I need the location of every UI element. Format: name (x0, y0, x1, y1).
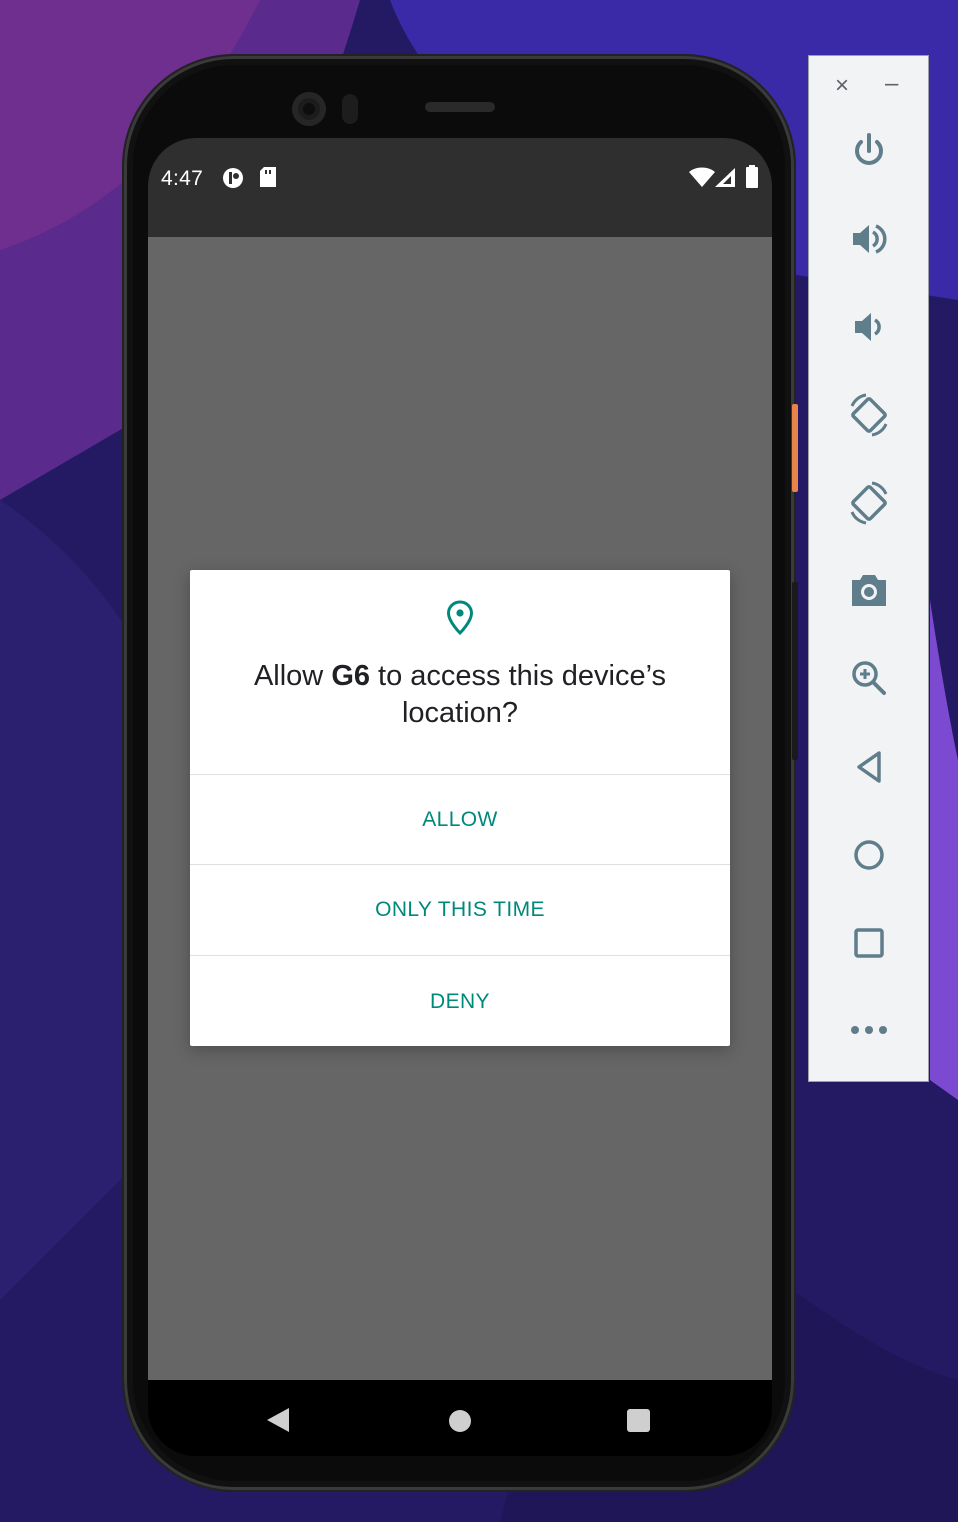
volume-down-icon (854, 313, 881, 341)
back-triangle-icon (856, 751, 881, 783)
allow-button[interactable]: ALLOW (190, 774, 730, 865)
overview-square-icon (853, 928, 884, 958)
allow-button-label: ALLOW (422, 808, 498, 831)
cellular-signal-icon (715, 168, 735, 187)
home-button[interactable] (809, 834, 928, 876)
dialog-title-prefix: Allow (253, 660, 332, 692)
earpiece-speaker (425, 102, 495, 112)
location-pin-icon (446, 600, 474, 636)
recents-icon[interactable] (627, 1409, 650, 1432)
proximity-sensor (342, 94, 358, 124)
more-dots-icon (850, 1026, 887, 1034)
deny-button[interactable]: DENY (190, 955, 730, 1047)
panel-minimize-button[interactable]: – (885, 70, 898, 98)
dialog-app-name: G6 (331, 660, 370, 692)
wifi-icon (689, 167, 715, 187)
volume-up-button[interactable] (809, 218, 928, 260)
app-notification-icon (223, 168, 243, 188)
zoom-button[interactable] (809, 656, 928, 700)
phone-volume-rocker (792, 582, 798, 760)
back-button[interactable] (809, 746, 928, 788)
sd-card-icon (260, 167, 276, 187)
home-circle-icon (853, 840, 884, 870)
overview-button[interactable] (809, 922, 928, 964)
dialog-title-suffix: to access this device’s location? (370, 660, 667, 729)
emulator-control-panel: × – (808, 55, 929, 1082)
navigation-bar (148, 1380, 772, 1456)
battery-icon (746, 165, 758, 188)
phone-screen: 4:47 Allow G6 to access this device’s lo… (148, 138, 772, 1456)
power-button[interactable] (809, 130, 928, 172)
zoom-icon (851, 661, 886, 695)
home-icon[interactable] (449, 1410, 471, 1432)
status-time: 4:47 (161, 167, 204, 190)
only-this-time-button[interactable]: ONLY THIS TIME (190, 864, 730, 955)
camera-lens (303, 103, 315, 115)
more-button[interactable] (809, 1012, 928, 1048)
rotate-left-button[interactable] (809, 390, 928, 440)
back-icon[interactable] (267, 1408, 289, 1432)
power-icon (854, 133, 883, 165)
rotate-left-icon (850, 393, 887, 437)
deny-button-label: DENY (430, 989, 490, 1013)
rotate-right-button[interactable] (809, 478, 928, 528)
camera-icon (851, 575, 886, 606)
phone-power-button (792, 404, 798, 492)
only-this-time-button-label: ONLY THIS TIME (375, 898, 545, 921)
rotate-right-icon (850, 481, 887, 525)
status-bar: 4:47 (148, 138, 772, 237)
volume-up-icon (852, 224, 886, 254)
dialog-title: Allow G6 to access this device’s locatio… (210, 658, 710, 732)
volume-down-button[interactable] (809, 306, 928, 348)
panel-close-button[interactable]: × (835, 72, 849, 100)
location-permission-dialog: Allow G6 to access this device’s locatio… (190, 570, 730, 1046)
screenshot-button[interactable] (809, 568, 928, 612)
